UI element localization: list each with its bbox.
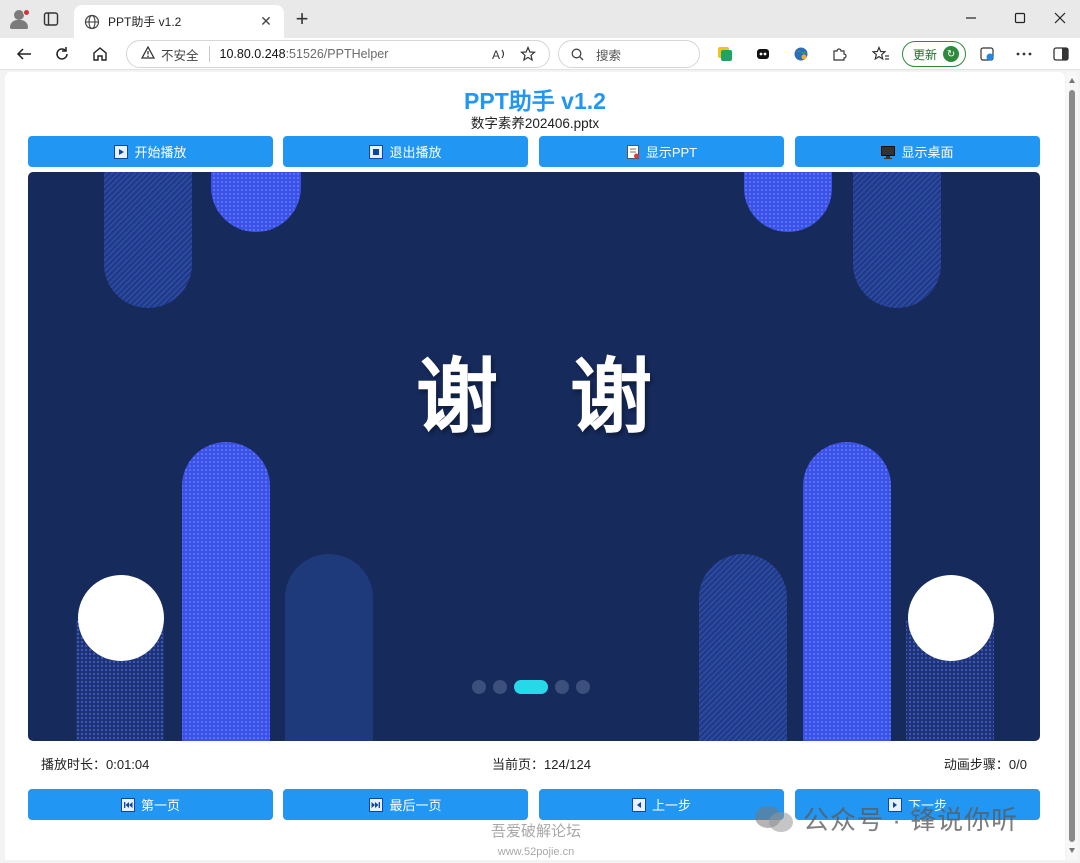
carousel-dot[interactable] (472, 680, 486, 694)
exit-play-button[interactable]: 退出播放 (283, 136, 528, 167)
play-icon (114, 144, 129, 159)
new-tab-button[interactable]: + (292, 8, 312, 30)
carousel-dot[interactable] (576, 680, 590, 694)
slide-text: 谢谢 (415, 350, 724, 445)
ext-game-icon[interactable] (752, 43, 774, 65)
search-placeholder: 搜索 (596, 48, 622, 63)
web-page: PPT助手 v1.2 数字素养202406.pptx 开始播放 退出播放 显示P… (5, 72, 1065, 860)
carousel-dots (472, 680, 597, 694)
show-desktop-button[interactable]: 显示桌面 (795, 136, 1040, 167)
first-page-icon (120, 797, 135, 812)
url-path: :51526/PPTHelper (285, 47, 389, 61)
start-play-label: 开始播放 (134, 145, 187, 160)
stop-icon (369, 144, 384, 159)
page-scrollbar[interactable] (1066, 72, 1078, 860)
show-ppt-button[interactable]: 显示PPT (539, 136, 784, 167)
maximize-icon[interactable] (1007, 6, 1033, 30)
first-page-button[interactable]: 第一页 (28, 789, 273, 820)
carousel-dot[interactable] (493, 680, 507, 694)
warning-icon[interactable] (140, 45, 156, 62)
minimize-icon[interactable] (958, 6, 984, 30)
search-box[interactable]: 搜索 (558, 40, 700, 68)
prev-step-label: 上一步 (651, 798, 691, 813)
show-desktop-label: 显示桌面 (901, 145, 954, 160)
update-icon: ↻ (943, 46, 960, 62)
profile-icon[interactable] (9, 9, 30, 29)
wechat-watermark-text: 公众号 · 锋说你听 (803, 805, 1019, 835)
scroll-up-icon[interactable] (1069, 78, 1075, 83)
address-bar: 不安全 10.80.0.248 :51526/PPTHelper A 搜索 更新… (0, 38, 1080, 70)
favorites-icon[interactable] (870, 43, 892, 65)
exit-play-label: 退出播放 (389, 145, 442, 160)
last-page-button[interactable]: 最后一页 (283, 789, 528, 820)
home-icon[interactable] (88, 42, 112, 66)
globe-icon (84, 14, 100, 30)
ppt-icon (626, 144, 640, 159)
animation-step: 动画步骤：0/0 (943, 757, 1027, 772)
ext-green-icon[interactable] (714, 43, 736, 65)
wechat-icon (755, 804, 795, 834)
update-button[interactable]: 更新 ↻ (902, 41, 966, 67)
play-duration: 播放时长：0:01:04 (41, 757, 150, 772)
close-window-icon[interactable] (1047, 6, 1073, 30)
svg-text:A: A (492, 48, 500, 61)
desktop-icon (881, 145, 896, 159)
extension-icon[interactable] (828, 43, 850, 65)
carousel-dot[interactable] (555, 680, 569, 694)
favorite-icon[interactable] (517, 43, 539, 65)
collections-icon[interactable] (976, 43, 998, 65)
slide-preview[interactable]: 谢谢 (28, 172, 1040, 741)
app-title: PPT助手 v1.2 (464, 88, 606, 114)
last-page-label: 最后一页 (389, 798, 442, 813)
prev-step-button[interactable]: 上一步 (539, 789, 784, 820)
active-tab[interactable]: PPT助手 v1.2 ✕ (74, 5, 284, 38)
forum-watermark-site: www.52pojie.cn (497, 846, 575, 858)
sidebar-icon[interactable] (1050, 43, 1072, 65)
status-row: 播放时长：0:01:04 当前页：124/124 动画步骤：0/0 (28, 741, 1040, 781)
carousel-dot-active[interactable] (514, 680, 548, 694)
scroll-thumb[interactable] (1069, 90, 1075, 842)
security-label[interactable]: 不安全 (161, 45, 199, 64)
tabs-icon[interactable] (42, 10, 60, 28)
read-aloud-icon[interactable]: A (489, 43, 511, 65)
forum-watermark-text: 吾爱破解论坛 (491, 823, 582, 840)
tab-bar: PPT助手 v1.2 ✕ + (0, 0, 1080, 38)
forum-watermark: 吾爱破解论坛 www.52pojie.cn (491, 822, 581, 860)
tab-title: PPT助手 v1.2 (108, 15, 182, 29)
current-page: 当前页：124/124 (492, 757, 591, 772)
search-icon (571, 48, 584, 61)
first-page-label: 第一页 (140, 798, 180, 813)
url-host: 10.80.0.248 (219, 47, 286, 61)
update-label: 更新 (913, 47, 938, 62)
ext-globe-icon[interactable] (790, 43, 812, 65)
slide-background-art (76, 172, 994, 741)
show-ppt-label: 显示PPT (645, 145, 698, 160)
more-icon[interactable] (1013, 43, 1035, 65)
file-name: 数字素养202406.pptx (470, 116, 600, 131)
last-page-icon (369, 797, 384, 812)
prev-step-icon (631, 797, 646, 812)
start-play-button[interactable]: 开始播放 (28, 136, 273, 167)
close-tab-icon[interactable]: ✕ (258, 13, 274, 30)
wechat-watermark: 公众号 · 锋说你听 (755, 800, 1018, 837)
back-icon[interactable] (12, 42, 36, 66)
scroll-down-icon[interactable] (1069, 848, 1075, 853)
refresh-icon[interactable] (50, 42, 74, 66)
url-bar[interactable]: 不安全 10.80.0.248 :51526/PPTHelper A (126, 40, 550, 68)
